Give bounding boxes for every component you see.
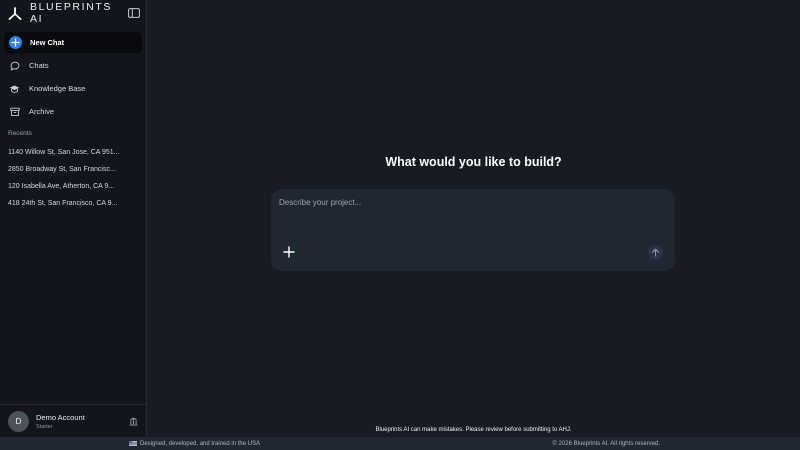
account-name: Demo Account xyxy=(36,412,85,422)
sidebar-item-archive[interactable]: Archive xyxy=(4,101,142,122)
sidebar: BLUEPRINTS AI New Chat Chats Knowledge B… xyxy=(0,0,147,437)
recent-chat-item[interactable]: 120 Isabella Ave, Atherton, CA 9... xyxy=(8,178,136,195)
new-chat-button[interactable]: New Chat xyxy=(4,32,142,53)
footer-origin-text: Designed, developed, and trained in the … xyxy=(140,440,261,447)
plus-circle-icon xyxy=(9,36,22,49)
sidebar-item-label: Chats xyxy=(29,61,49,70)
disclaimer-text: Blueprints AI can make mistakes. Please … xyxy=(375,427,572,433)
add-attachment-icon[interactable] xyxy=(283,246,295,258)
account-info: Demo Account Starter xyxy=(36,413,85,430)
us-flag-icon xyxy=(129,441,137,446)
recents-list: 1140 Willow St, San Jose, CA 951... 2850… xyxy=(8,144,136,212)
account-plan: Starter xyxy=(36,423,53,430)
footer-copyright: © 2026 Blueprints AI. All rights reserve… xyxy=(552,440,660,447)
arrow-up-icon xyxy=(651,248,660,257)
send-button[interactable] xyxy=(648,245,663,260)
sidebar-toggle-icon[interactable] xyxy=(128,8,140,18)
brand-header: BLUEPRINTS AI xyxy=(8,1,140,25)
blueprints-logo-icon[interactable] xyxy=(8,6,22,20)
graduation-cap-icon xyxy=(9,83,20,94)
sidebar-item-label: Knowledge Base xyxy=(29,84,86,93)
sidebar-item-chats[interactable]: Chats xyxy=(4,55,142,76)
sidebar-item-knowledge-base[interactable]: Knowledge Base xyxy=(4,78,142,99)
recent-chat-item[interactable]: 1140 Willow St, San Jose, CA 951... xyxy=(8,144,136,161)
page-title: What would you like to build? xyxy=(385,155,562,169)
recents-heading: Recents xyxy=(8,130,32,137)
sidebar-item-label: Archive xyxy=(29,107,55,116)
new-chat-label: New Chat xyxy=(30,38,65,47)
recent-chat-item[interactable]: 2850 Broadway St, San Francisc... xyxy=(8,161,136,178)
avatar: D xyxy=(8,410,29,432)
footer-bar: Designed, developed, and trained in the … xyxy=(0,437,800,450)
chat-bubble-icon xyxy=(9,60,20,71)
sidebar-nav: New Chat Chats Knowledge Base Archive xyxy=(4,32,142,124)
bank-building-icon[interactable] xyxy=(129,417,138,426)
archive-box-icon xyxy=(9,106,20,117)
account-panel[interactable]: D Demo Account Starter xyxy=(0,404,146,437)
recent-chat-item[interactable]: 418 24th St, San Francisco, CA 9... xyxy=(8,195,136,212)
footer-left: Designed, developed, and trained in the … xyxy=(129,441,260,447)
brand-name: BLUEPRINTS AI xyxy=(30,1,112,25)
prompt-composer xyxy=(271,189,675,271)
project-description-input[interactable] xyxy=(279,198,659,228)
